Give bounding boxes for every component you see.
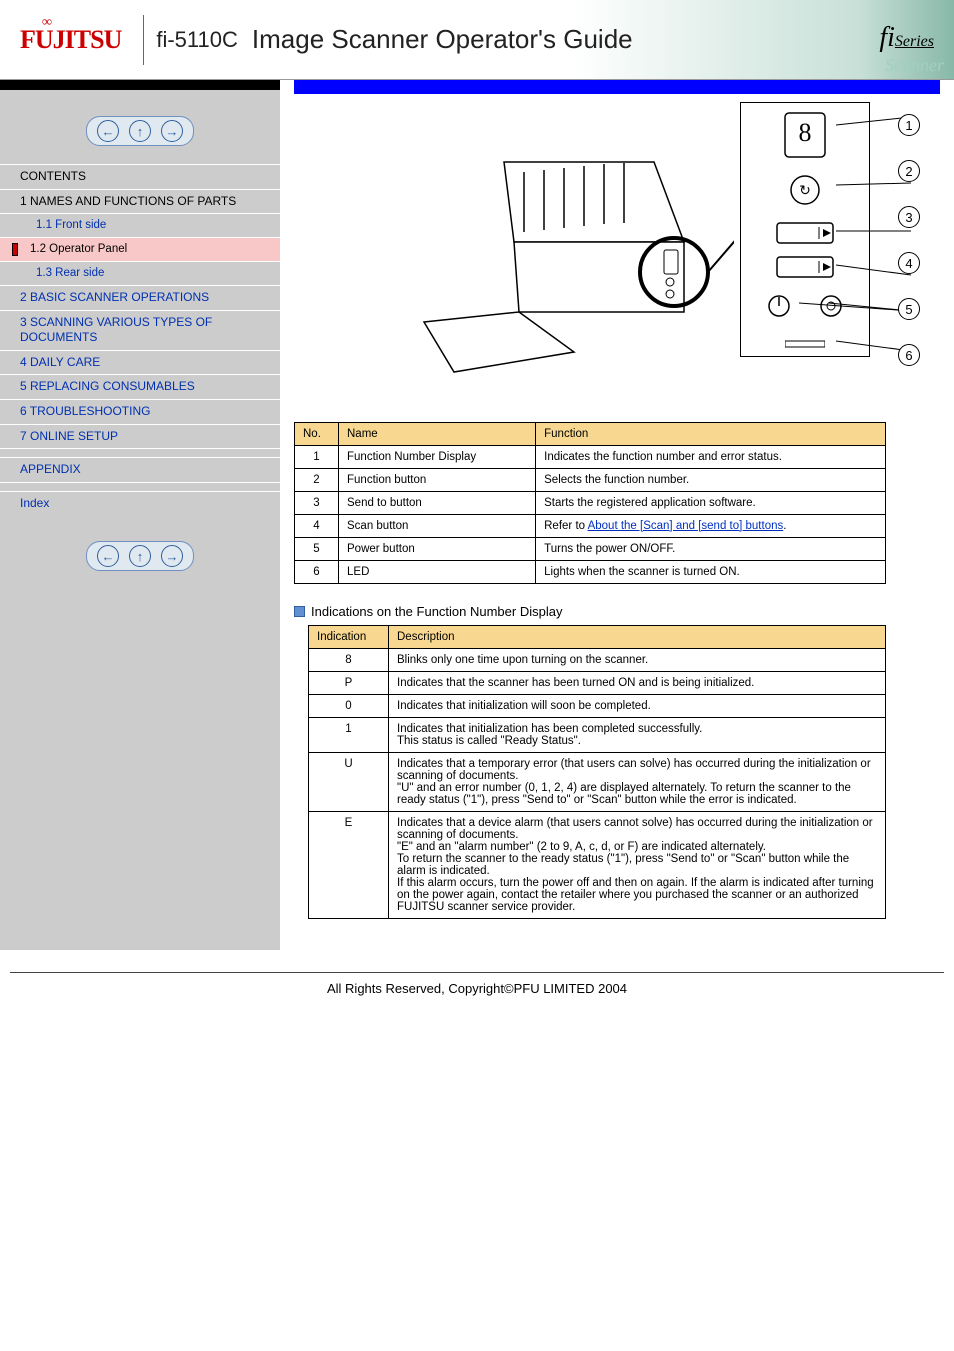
sidebar-item[interactable]: Index bbox=[0, 491, 280, 516]
scanner-illustration bbox=[374, 122, 734, 382]
callout-number: 6 bbox=[898, 344, 920, 366]
table-header: Description bbox=[389, 626, 886, 649]
table-cell: 4 bbox=[295, 515, 339, 538]
sidebar-item bbox=[0, 482, 280, 491]
sidebar: ← ↑ → CONTENTS1 NAMES AND FUNCTIONS OF P… bbox=[0, 80, 280, 950]
inline-link[interactable]: About the [Scan] and [send to] buttons bbox=[588, 520, 784, 532]
table-cell: Function button bbox=[339, 469, 536, 492]
sidebar-item bbox=[0, 448, 280, 457]
blue-accent-bar bbox=[294, 80, 940, 94]
table-cell: Indicates that a temporary error (that u… bbox=[389, 753, 886, 812]
nav-up-button[interactable]: ↑ bbox=[129, 545, 151, 567]
nav-next-button[interactable]: → bbox=[161, 545, 183, 567]
table-cell: Function Number Display bbox=[339, 446, 536, 469]
callout-numbers: 1 2 3 4 5 6 bbox=[898, 114, 920, 366]
table-cell: 2 bbox=[295, 469, 339, 492]
operator-panel-detail: 8 ↻ bbox=[740, 102, 870, 357]
sidebar-item[interactable]: 6 TROUBLESHOOTING bbox=[0, 399, 280, 424]
copyright-text: All Rights Reserved, Copyright©PFU LIMIT… bbox=[0, 981, 954, 1016]
sidebar-item[interactable]: 7 ONLINE SETUP bbox=[0, 424, 280, 449]
table-cell: 3 bbox=[295, 492, 339, 515]
table-cell: Indicates that a device alarm (that user… bbox=[389, 812, 886, 919]
table-cell: Selects the function number. bbox=[536, 469, 886, 492]
table-header: Name bbox=[339, 423, 536, 446]
sidebar-item[interactable]: APPENDIX bbox=[0, 457, 280, 482]
table-cell: Indicates that the scanner has been turn… bbox=[389, 672, 886, 695]
footer-divider bbox=[10, 972, 944, 973]
table-cell: Send to button bbox=[339, 492, 536, 515]
table-cell: 8 bbox=[309, 649, 389, 672]
table-cell: Indicates that initialization will soon … bbox=[389, 695, 886, 718]
fujitsu-badge-icon bbox=[785, 337, 825, 351]
table-cell: 6 bbox=[295, 561, 339, 584]
callout-number: 2 bbox=[898, 160, 920, 182]
header: FUJITSU fi-5110C Image Scanner Operator'… bbox=[0, 0, 954, 80]
table-cell: Indicates the function number and error … bbox=[536, 446, 886, 469]
fn-display-heading: Indications on the Function Number Displ… bbox=[294, 604, 940, 619]
power-button-icon bbox=[766, 293, 792, 319]
callout-number: 3 bbox=[898, 206, 920, 228]
sidebar-item[interactable]: 2 BASIC SCANNER OPERATIONS bbox=[0, 285, 280, 310]
callout-number: 5 bbox=[898, 298, 920, 320]
table-cell: Lights when the scanner is turned ON. bbox=[536, 561, 886, 584]
scanner-diagram: 8 ↻ bbox=[294, 102, 940, 402]
sidebar-top-bar bbox=[0, 80, 280, 90]
sidebar-item: CONTENTS bbox=[0, 164, 280, 189]
table-cell: U bbox=[309, 753, 389, 812]
callout-number: 1 bbox=[898, 114, 920, 136]
table-cell: Refer to About the [Scan] and [send to] … bbox=[536, 515, 886, 538]
table-cell: 5 bbox=[295, 538, 339, 561]
table-cell: Blinks only one time upon turning on the… bbox=[389, 649, 886, 672]
table-header: Function bbox=[536, 423, 886, 446]
table-cell: LED bbox=[339, 561, 536, 584]
table-cell: 1 bbox=[295, 446, 339, 469]
sidebar-item[interactable]: 5 REPLACING CONSUMABLES bbox=[0, 374, 280, 399]
nav-prev-button[interactable]: ← bbox=[97, 545, 119, 567]
sidebar-item: 1 NAMES AND FUNCTIONS OF PARTS bbox=[0, 189, 280, 214]
nav-arrow-group-bottom: ← ↑ → bbox=[0, 515, 280, 589]
sidebar-item[interactable]: 1.1 Front side bbox=[0, 213, 280, 237]
function-button-icon: ↻ bbox=[788, 173, 822, 207]
scan-button-icon bbox=[775, 255, 835, 279]
svg-text:8: 8 bbox=[799, 118, 812, 147]
table-cell: Starts the registered application softwa… bbox=[536, 492, 886, 515]
bullet-icon bbox=[294, 606, 305, 617]
sidebar-item[interactable]: 1.2 Operator Panel bbox=[0, 237, 280, 261]
main-content: 8 ↻ bbox=[280, 80, 954, 950]
nav-arrow-group-top: ← ↑ → bbox=[0, 90, 280, 164]
callout-number: 4 bbox=[898, 252, 920, 274]
table-header: No. bbox=[295, 423, 339, 446]
sidebar-item[interactable]: 1.3 Rear side bbox=[0, 261, 280, 285]
table-cell: Turns the power ON/OFF. bbox=[536, 538, 886, 561]
nav-next-button[interactable]: → bbox=[161, 120, 183, 142]
parts-table: No.NameFunction 1Function Number DisplayI… bbox=[294, 422, 886, 584]
function-display-icon: 8 bbox=[780, 111, 830, 159]
fi-series-logo: fiSeries bbox=[879, 22, 934, 54]
nav-up-button[interactable]: ↑ bbox=[129, 120, 151, 142]
table-cell: 0 bbox=[309, 695, 389, 718]
model-number: fi-5110C bbox=[156, 27, 238, 53]
led-icon bbox=[818, 293, 844, 319]
table-cell: P bbox=[309, 672, 389, 695]
sidebar-item[interactable]: 4 DAILY CARE bbox=[0, 350, 280, 375]
table-cell: Power button bbox=[339, 538, 536, 561]
scanner-decorative-text: Scanner bbox=[885, 55, 944, 76]
function-number-table: IndicationDescription8Blinks only one ti… bbox=[308, 625, 886, 919]
nav-prev-button[interactable]: ← bbox=[97, 120, 119, 142]
sidebar-item[interactable]: 3 SCANNING VARIOUS TYPES OF DOCUMENTS bbox=[0, 310, 280, 350]
table-cell: E bbox=[309, 812, 389, 919]
svg-text:↻: ↻ bbox=[799, 182, 811, 198]
send-to-button-icon bbox=[775, 221, 835, 245]
table-cell: Scan button bbox=[339, 515, 536, 538]
page-title: Image Scanner Operator's Guide bbox=[252, 24, 633, 55]
table-header: Indication bbox=[309, 626, 389, 649]
table-cell: Indicates that initialization has been c… bbox=[389, 718, 886, 753]
table-cell: 1 bbox=[309, 718, 389, 753]
divider bbox=[143, 15, 144, 65]
toc-list: CONTENTS1 NAMES AND FUNCTIONS OF PARTS1.… bbox=[0, 164, 280, 515]
brand-logo: FUJITSU bbox=[10, 25, 131, 55]
